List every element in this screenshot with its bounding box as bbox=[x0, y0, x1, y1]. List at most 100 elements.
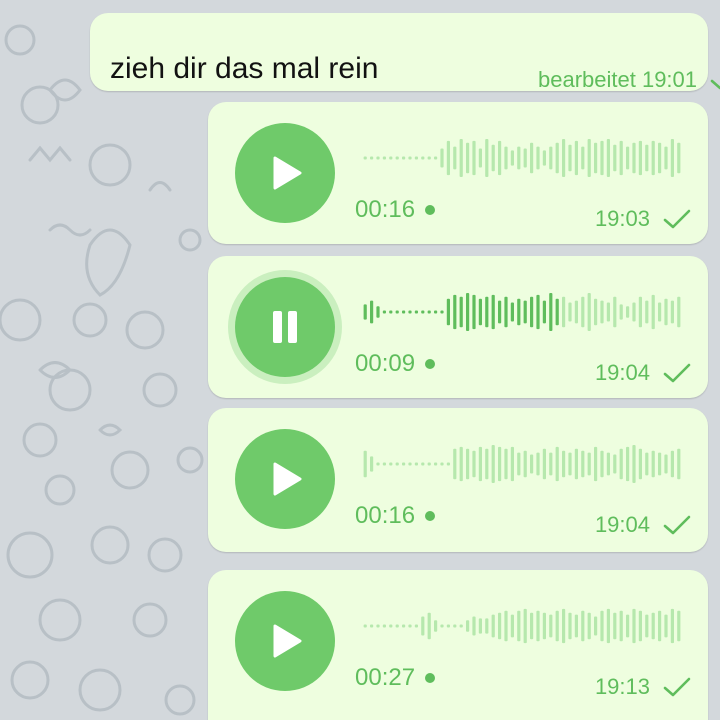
waveform-bar bbox=[542, 300, 546, 324]
waveform-bar bbox=[427, 462, 431, 466]
voice-message-bubble[interactable]: 00:16 19:04 bbox=[208, 408, 708, 552]
waveform-bar bbox=[382, 462, 386, 466]
waveform-bar bbox=[562, 608, 566, 644]
voice-message-bubble[interactable]: 00:27 19:13 bbox=[208, 570, 708, 720]
waveform-bar bbox=[389, 156, 393, 160]
voice-waveform[interactable] bbox=[362, 136, 682, 180]
check-icon bbox=[663, 515, 691, 535]
waveform-bar bbox=[472, 140, 476, 176]
waveform-bar bbox=[530, 142, 534, 174]
voice-waveform[interactable] bbox=[362, 290, 682, 334]
voice-waveform[interactable] bbox=[362, 604, 682, 648]
edited-status: bearbeitet 19:01 bbox=[538, 67, 698, 92]
pause-button[interactable] bbox=[235, 277, 335, 377]
waveform-bar bbox=[677, 610, 681, 642]
waveform-bar bbox=[645, 144, 649, 172]
waveform-bar bbox=[510, 302, 514, 322]
voice-waveform[interactable] bbox=[362, 442, 682, 486]
waveform-bar bbox=[440, 310, 444, 314]
waveform-bar bbox=[376, 156, 380, 160]
waveform-bar bbox=[408, 462, 412, 466]
waveform-bar bbox=[382, 310, 386, 314]
waveform-bar bbox=[453, 448, 457, 480]
waveform-bar bbox=[677, 448, 681, 480]
play-button[interactable] bbox=[235, 591, 335, 691]
waveform-bar bbox=[485, 618, 489, 634]
waveform-bar bbox=[453, 294, 457, 330]
waveform-bar bbox=[574, 448, 578, 480]
waveform-bar bbox=[395, 310, 399, 314]
waveform-bar bbox=[581, 296, 585, 328]
check-icon bbox=[663, 363, 691, 383]
waveform-bar bbox=[638, 140, 642, 176]
waveform-bar bbox=[414, 462, 418, 466]
voice-message-bubble[interactable]: 00:16 19:03 bbox=[208, 102, 708, 244]
waveform-bar bbox=[421, 310, 425, 314]
waveform-bar bbox=[510, 446, 514, 482]
waveform-bar bbox=[619, 140, 623, 176]
check-icon bbox=[663, 209, 691, 229]
waveform-bar bbox=[434, 310, 438, 314]
message-meta: 19:04 bbox=[595, 512, 692, 538]
waveform-bar bbox=[613, 144, 617, 172]
waveform-bar bbox=[402, 462, 406, 466]
waveform-bar bbox=[542, 612, 546, 640]
waveform-bar bbox=[530, 296, 534, 328]
waveform-bar bbox=[645, 614, 649, 638]
play-button[interactable] bbox=[235, 123, 335, 223]
text-message-bubble[interactable]: zieh dir das mal rein bearbeitet 19:01 bbox=[90, 13, 720, 92]
waveform-bar bbox=[530, 454, 534, 474]
waveform-bar bbox=[491, 445, 495, 483]
waveform-bar bbox=[459, 446, 463, 482]
waveform-bar bbox=[427, 156, 431, 160]
message-time: 19:13 bbox=[594, 674, 650, 699]
waveform-bar bbox=[645, 452, 649, 476]
waveform-bar bbox=[472, 450, 476, 478]
waveform-bar bbox=[446, 140, 450, 176]
message-meta: 19:03 bbox=[595, 206, 692, 232]
waveform-bar bbox=[606, 452, 610, 476]
waveform-bar bbox=[491, 614, 495, 638]
waveform-bar bbox=[434, 620, 438, 632]
waveform-bar bbox=[395, 624, 399, 628]
waveform-bar bbox=[402, 310, 406, 314]
waveform-bar bbox=[491, 144, 495, 172]
waveform-bar bbox=[677, 142, 681, 174]
waveform-bar bbox=[664, 298, 668, 326]
waveform-bar bbox=[376, 306, 380, 318]
waveform-bar bbox=[658, 452, 662, 476]
waveform-bar bbox=[651, 140, 655, 176]
message-meta: 19:04 bbox=[595, 360, 692, 386]
voice-message-bubble[interactable]: 00:09 19:04 bbox=[208, 256, 708, 398]
waveform-bar bbox=[440, 624, 444, 628]
waveform-bar bbox=[382, 156, 386, 160]
waveform-bar bbox=[600, 140, 604, 176]
waveform-bar bbox=[453, 146, 457, 170]
waveform-bar bbox=[510, 614, 514, 638]
waveform-bar bbox=[536, 452, 540, 476]
unplayed-dot bbox=[425, 673, 436, 683]
waveform-bar bbox=[421, 156, 425, 160]
waveform-bar bbox=[363, 450, 367, 478]
waveform-bar bbox=[434, 156, 438, 160]
waveform-bar bbox=[466, 448, 470, 480]
voice-duration: 00:16 bbox=[355, 196, 436, 224]
waveform-bar bbox=[670, 300, 674, 324]
waveform-bar bbox=[651, 612, 655, 640]
chat-area[interactable]: zieh dir das mal rein bearbeitet 19:01 0… bbox=[0, 0, 720, 720]
waveform-bar bbox=[568, 612, 572, 640]
waveform-bar bbox=[395, 156, 399, 160]
waveform-bar bbox=[421, 462, 425, 466]
waveform-bar bbox=[459, 624, 463, 628]
waveform-bar bbox=[632, 445, 636, 483]
waveform-bar bbox=[658, 302, 662, 322]
duration-text: 00:16 bbox=[355, 502, 416, 529]
waveform-bar bbox=[587, 612, 591, 640]
waveform-bar bbox=[536, 610, 540, 642]
waveform-bar bbox=[446, 298, 450, 326]
waveform-bar bbox=[504, 610, 508, 642]
waveform-bar bbox=[382, 624, 386, 628]
play-button[interactable] bbox=[235, 429, 335, 529]
waveform-bar bbox=[626, 446, 630, 482]
waveform-bar bbox=[594, 616, 598, 636]
